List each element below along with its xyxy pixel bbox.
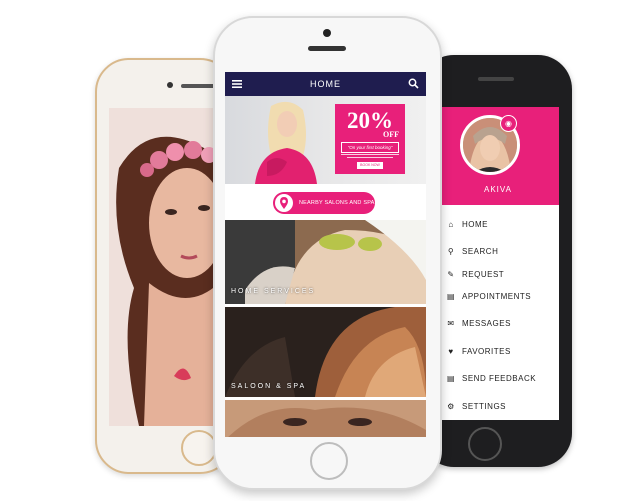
home-button[interactable] bbox=[468, 427, 502, 461]
menu-item-search[interactable]: ⚲ SEARCH bbox=[447, 244, 557, 258]
earpiece-speaker bbox=[181, 84, 215, 88]
promo-banner[interactable]: 20% OFF "On your first booking" BOOK NOW bbox=[225, 96, 426, 184]
menu-item-settings[interactable]: ⚙ SETTINGS bbox=[447, 399, 557, 413]
camera-icon[interactable]: ◉ bbox=[500, 115, 517, 132]
menu-item-label: MESSAGES bbox=[462, 318, 511, 328]
home-button[interactable] bbox=[310, 442, 348, 480]
tile-label: SALOON & SPA bbox=[231, 383, 307, 390]
calendar-icon: ▤ bbox=[447, 291, 456, 301]
envelope-icon: ✉ bbox=[447, 318, 455, 328]
model-image bbox=[255, 101, 317, 184]
front-camera bbox=[167, 82, 173, 88]
heart-icon: ♥ bbox=[448, 346, 454, 356]
request-icon: ✎ bbox=[447, 269, 455, 279]
woman-portrait-image bbox=[109, 108, 230, 426]
menu-item-label: SEARCH bbox=[462, 246, 499, 256]
front-camera bbox=[323, 29, 331, 37]
side-menu-screen: ◉ AKIVA ⌂ HOME ⚲ SEARCH ✎ REQUEST ▤ APPO… bbox=[437, 107, 559, 420]
menu-item-label: REQUEST bbox=[462, 269, 505, 279]
page-title: HOME bbox=[310, 79, 341, 89]
menu-item-label: SETTINGS bbox=[462, 401, 507, 411]
gear-icon: ⚙ bbox=[447, 401, 455, 411]
menu-item-label: HOME bbox=[462, 219, 488, 229]
beauty-tile[interactable] bbox=[225, 400, 426, 437]
search-icon: ⚲ bbox=[447, 246, 455, 256]
nearby-salons-button[interactable]: NEARBY SALONS AND SPAS bbox=[273, 192, 379, 214]
home-services-tile[interactable]: HOME SERVICES bbox=[225, 220, 426, 304]
menu-item-request[interactable]: ✎ REQUEST bbox=[447, 267, 557, 281]
menu-item-send-feedback[interactable]: ▤ SEND FEEDBACK bbox=[447, 371, 557, 385]
beauty-image bbox=[225, 400, 426, 437]
menu-item-messages[interactable]: ✉ MESSAGES bbox=[447, 316, 557, 330]
tile-label: HOME SERVICES bbox=[231, 288, 316, 295]
splash-screen bbox=[109, 108, 230, 426]
home-screen: HOME 20% OFF "On your first booking" BOO… bbox=[225, 72, 426, 437]
location-pin-icon bbox=[275, 194, 293, 212]
menu-item-label: FAVORITES bbox=[462, 346, 511, 356]
menu-item-favorites[interactable]: ♥ FAVORITES bbox=[447, 344, 557, 358]
home-button[interactable] bbox=[181, 430, 217, 466]
book-now-button[interactable]: BOOK NOW bbox=[357, 162, 383, 169]
profile-header: ◉ AKIVA bbox=[437, 107, 559, 205]
earpiece-speaker bbox=[308, 46, 346, 51]
home-icon: ⌂ bbox=[448, 219, 454, 229]
user-name: AKIVA bbox=[484, 185, 512, 194]
discount-card: 20% OFF "On your first booking" BOOK NOW bbox=[335, 104, 405, 174]
feedback-icon: ▤ bbox=[447, 373, 456, 383]
menu-item-appointments[interactable]: ▤ APPOINTMENTS bbox=[447, 289, 557, 303]
discount-off-label: OFF bbox=[383, 130, 399, 139]
nearby-salons-label: NEARBY SALONS AND SPAS bbox=[299, 200, 379, 206]
menu-item-home[interactable]: ⌂ HOME bbox=[447, 217, 557, 231]
discount-subtitle: "On your first booking" bbox=[341, 142, 399, 153]
earpiece-speaker bbox=[478, 77, 514, 81]
search-icon[interactable] bbox=[408, 78, 419, 89]
navigation-bar: HOME bbox=[225, 72, 426, 96]
menu-item-label: APPOINTMENTS bbox=[462, 291, 532, 301]
saloon-spa-tile[interactable]: SALOON & SPA bbox=[225, 307, 426, 397]
fine-print-lines bbox=[339, 154, 401, 161]
menu-item-label: SEND FEEDBACK bbox=[462, 373, 537, 383]
